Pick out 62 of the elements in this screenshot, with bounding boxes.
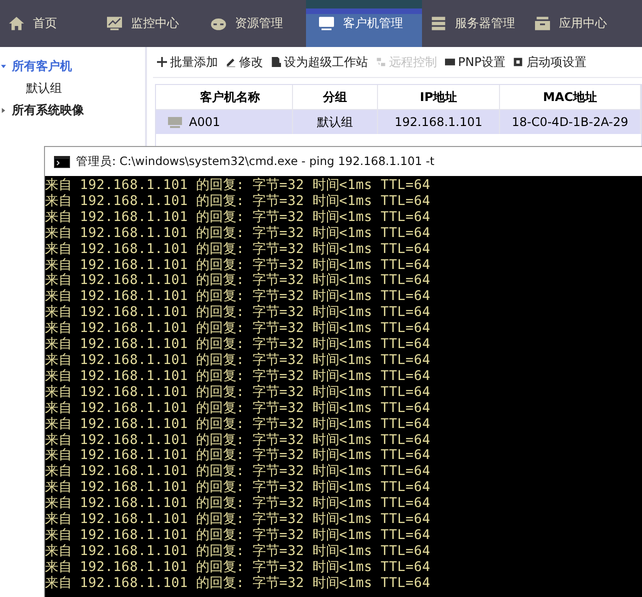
tree-item[interactable]: 所有客户机 — [0, 55, 145, 77]
console-line: 来自 192.168.1.101 的回复: 字节=32 时间<1ms TTL=64 — [45, 432, 432, 448]
console-line: 来自 192.168.1.101 的回复: 字节=32 时间<1ms TTL=64 — [45, 194, 432, 210]
console-line: 来自 192.168.1.101 的回复: 字节=32 时间<1ms TTL=64 — [45, 258, 432, 273]
tree-item[interactable]: 默认组 — [0, 77, 145, 99]
console-line: 来自 192.168.1.101 的回复: 字节=32 时间<1ms TTL=64 — [45, 464, 432, 480]
toolbar-button[interactable]: 批量添加 — [153, 54, 222, 70]
console-line: 来自 192.168.1.101 的回复: 字节=32 时间<1ms TTL=64 — [45, 242, 432, 258]
console-line: 来自 192.168.1.101 的回复: 字节=32 时间<1ms TTL=64 — [45, 305, 432, 320]
console-line: 来自 192.168.1.101 的回复: 字节=32 时间<1ms TTL=64 — [45, 289, 432, 304]
card-icon — [445, 57, 455, 67]
console-line: 来自 192.168.1.101 的回复: 字节=32 时间<1ms TTL=64 — [45, 480, 432, 496]
console-line: 来自 192.168.1.101 的回复: 字节=32 时间<1ms TTL=64 — [45, 337, 432, 352]
table-cell: 默认组 — [317, 114, 353, 130]
console-line: 来自 192.168.1.101 的回复: 字节=32 时间<1ms TTL=64 — [45, 368, 432, 384]
table-cell: 192.168.1.101 — [394, 115, 482, 129]
table-cell: A001 — [189, 115, 220, 129]
nav-tab[interactable]: 应用中心 — [526, 0, 630, 47]
table-row[interactable]: A001 默认组 192.168.1.101 18-C0-4D-1B-2A-29 — [156, 109, 641, 134]
console-icon — [54, 156, 70, 168]
console-line: 来自 192.168.1.101 的回复: 字节=32 时间<1ms TTL=64 — [45, 576, 432, 592]
console-line: 来自 192.168.1.101 的回复: 字节=32 时间<1ms TTL=64 — [45, 544, 432, 560]
toolbar-button[interactable]: 启动项设置 — [509, 54, 590, 70]
chart-icon — [106, 16, 123, 31]
nav-tab[interactable]: 首页 — [0, 0, 98, 47]
computer-icon — [168, 116, 182, 128]
settings-icon — [513, 57, 524, 67]
table-cell: 18-C0-4D-1B-2A-29 — [512, 115, 628, 129]
caret-down-icon — [1, 64, 6, 68]
console-line: 来自 192.168.1.101 的回复: 字节=32 时间<1ms TTL=64 — [45, 528, 432, 544]
console-line: 来自 192.168.1.101 的回复: 字节=32 时间<1ms TTL=64 — [45, 210, 432, 226]
caret-right-icon — [1, 108, 6, 112]
nav-tab[interactable]: 监控中心 — [98, 0, 202, 47]
console-line: 来自 192.168.1.101 的回复: 字节=32 时间<1ms TTL=64 — [45, 273, 432, 288]
console-line: 来自 192.168.1.101 的回复: 字节=32 时间<1ms TTL=64 — [45, 512, 432, 528]
console-line: 来自 192.168.1.101 的回复: 字节=32 时间<1ms TTL=64 — [45, 352, 432, 368]
console-line: 来自 192.168.1.101 的回复: 字节=32 时间<1ms TTL=64 — [45, 178, 432, 194]
server-icon — [430, 16, 447, 31]
console-line: 来自 192.168.1.101 的回复: 字节=32 时间<1ms TTL=64 — [45, 384, 432, 400]
window-title: 管理员: C:\windows\system32\cmd.exe - ping 192.168.1.101 -t — [76, 154, 434, 169]
console-line: 来自 192.168.1.101 的回复: 字节=32 时间<1ms TTL=64 — [45, 226, 432, 242]
nav-tab[interactable]: 服务器管理 — [422, 0, 526, 47]
toolbar-button[interactable]: 修改 — [222, 54, 267, 70]
document-icon — [271, 57, 281, 67]
console-line: 来自 192.168.1.101 的回复: 字节=32 时间<1ms TTL=64 — [45, 400, 432, 416]
console-line: 来自 192.168.1.101 的回复: 字节=32 时间<1ms TTL=64 — [45, 560, 432, 576]
robot-icon — [210, 16, 227, 31]
monitor-icon — [318, 16, 335, 31]
console-line: 来自 192.168.1.101 的回复: 字节=32 时间<1ms TTL=64 — [45, 448, 432, 464]
remote-icon — [376, 57, 386, 67]
home-icon — [8, 16, 25, 31]
nav-tab[interactable]: 客户机管理 — [306, 0, 422, 47]
box-icon — [534, 16, 551, 31]
pencil-icon — [226, 57, 236, 67]
console-line: 来自 192.168.1.101 的回复: 字节=32 时间<1ms TTL=64 — [45, 416, 432, 432]
tree-item[interactable]: 所有系统映像 — [0, 99, 145, 121]
console-line: 来自 192.168.1.101 的回复: 字节=32 时间<1ms TTL=64 — [45, 321, 432, 336]
plus-icon — [157, 57, 167, 67]
nav-tab[interactable]: 资源管理 — [202, 0, 306, 47]
console-line: 来自 192.168.1.101 的回复: 字节=32 时间<1ms TTL=64 — [45, 496, 432, 512]
toolbar-button[interactable]: 设为超级工作站 — [267, 54, 372, 70]
toolbar-button[interactable]: PNP设置 — [441, 54, 510, 70]
